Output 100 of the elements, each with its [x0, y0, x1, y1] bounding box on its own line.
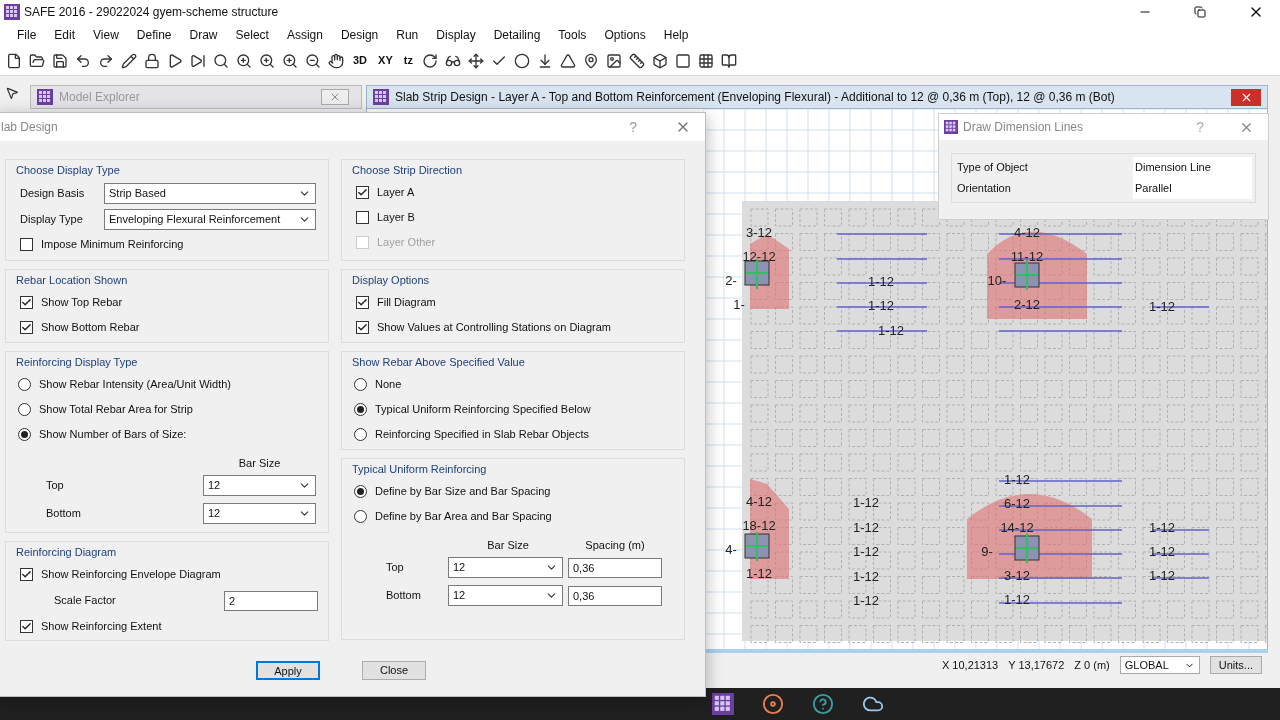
app-logo-icon [37, 89, 53, 105]
row-label: Bottom [46, 506, 82, 522]
menu-item[interactable]: Detailing [484, 26, 550, 44]
hand-icon[interactable] [328, 52, 344, 69]
circle-icon[interactable] [513, 52, 530, 69]
record-icon[interactable] [762, 693, 784, 715]
dropdown[interactable]: 12 [448, 557, 563, 578]
strip-label: 2- [725, 273, 737, 288]
close-icon [329, 91, 341, 103]
zoom-in-icon[interactable] [282, 52, 298, 69]
toolbar-button[interactable]: 3D [351, 52, 370, 69]
image-icon[interactable] [605, 52, 622, 69]
menu-item[interactable]: File [8, 26, 46, 44]
pin-icon[interactable] [582, 52, 599, 69]
close-button[interactable] [321, 89, 349, 105]
menu-item[interactable]: Edit [45, 26, 85, 44]
play-icon[interactable] [167, 52, 183, 69]
skip-forward-icon[interactable] [190, 52, 206, 69]
close-button[interactable] [1231, 88, 1261, 106]
radio-button[interactable] [354, 403, 367, 416]
input-field[interactable]: 2 [224, 590, 318, 611]
group-title: Typical Uniform Reinforcing [351, 462, 488, 477]
units-button[interactable]: Units... [1209, 656, 1262, 674]
strip-label: 1-12 [868, 298, 894, 313]
input-field[interactable]: 0,36 [568, 585, 662, 606]
group-title: Display Options [351, 273, 431, 288]
checkbox-label: Show Values at Controlling Stations on Diagram [377, 320, 611, 336]
column-header: Spacing (m) [584, 538, 646, 553]
toolbar-button[interactable]: tz [401, 52, 415, 69]
app-logo-icon [944, 120, 958, 134]
grid-icon[interactable] [697, 52, 714, 69]
dialog-button[interactable]: Close [362, 661, 426, 680]
zoom-in-icon[interactable] [259, 52, 275, 69]
strip-label: 4- [725, 542, 737, 557]
dropdown[interactable]: 12 [203, 475, 316, 496]
menu-item[interactable]: Options [595, 26, 655, 44]
triangle-icon[interactable] [559, 52, 576, 69]
dropdown[interactable]: Enveloping Flexural Reinforcement [104, 208, 316, 230]
menu-item[interactable]: Select [226, 26, 278, 44]
menu-item[interactable]: Design [331, 26, 388, 44]
group-title: Show Rebar Above Specified Value [351, 355, 526, 370]
radio-button[interactable] [354, 428, 367, 441]
pencil-icon[interactable] [121, 52, 137, 69]
dropdown[interactable]: 12 [203, 503, 316, 524]
rotate-icon[interactable] [421, 52, 438, 69]
checkbox[interactable] [20, 620, 33, 633]
zoom-in-icon[interactable] [236, 52, 252, 69]
book-icon[interactable] [720, 52, 737, 69]
radio-button[interactable] [354, 485, 367, 498]
strip-label: 12-12 [742, 249, 776, 264]
property-value[interactable]: Dimension Line [1133, 157, 1252, 178]
dialog-button[interactable]: Apply [256, 661, 320, 680]
menu-item[interactable]: Help [654, 26, 698, 44]
column-header: Bar Size [237, 456, 282, 471]
restore-icon[interactable] [1194, 6, 1206, 18]
lock-icon[interactable] [144, 52, 160, 69]
pointer-icon[interactable] [5, 86, 19, 100]
checkbox[interactable] [20, 568, 33, 581]
radio-button[interactable] [18, 403, 31, 416]
box-icon[interactable] [651, 52, 668, 69]
search-icon[interactable] [213, 52, 229, 69]
radio-button[interactable] [354, 378, 367, 391]
help-icon[interactable] [812, 693, 834, 715]
property-value[interactable]: Parallel [1133, 178, 1252, 199]
checkbox[interactable] [356, 321, 369, 334]
new-file-icon[interactable] [6, 52, 22, 69]
radio-button[interactable] [354, 510, 367, 523]
menu-item[interactable]: View [84, 26, 128, 44]
strip-label: 1-12 [1004, 592, 1030, 607]
group-title: Reinforcing Display Type [15, 355, 139, 370]
input-field[interactable]: 0,36 [568, 557, 662, 578]
dropdown[interactable]: 12 [448, 585, 563, 606]
strip-label: 2-12 [1014, 297, 1040, 312]
radio-button[interactable] [18, 378, 31, 391]
menu-item[interactable]: Tools [549, 26, 596, 44]
radio-button[interactable] [18, 428, 31, 441]
ruler-icon[interactable] [628, 52, 645, 69]
property-name: Type of Object [956, 160, 1029, 176]
menu-item[interactable]: Assign [277, 26, 332, 44]
checkbox[interactable] [356, 211, 369, 224]
checkbox[interactable] [356, 296, 369, 309]
menu-item[interactable]: Display [427, 26, 485, 44]
move-icon[interactable] [467, 52, 484, 69]
menu-item[interactable]: Draw [180, 26, 227, 44]
checkbox[interactable] [20, 238, 33, 251]
checkbox[interactable] [20, 321, 33, 334]
menu-item[interactable]: Define [127, 26, 181, 44]
strip-label: 1- [733, 297, 745, 312]
dropdown[interactable]: Strip Based [104, 182, 316, 204]
menu-item[interactable]: Run [387, 26, 428, 44]
zoom-out-icon[interactable] [305, 52, 321, 69]
checkbox[interactable] [20, 296, 33, 309]
coordinate-system-dropdown[interactable]: GLOBAL [1119, 656, 1200, 674]
redo-icon[interactable] [98, 52, 114, 69]
checkbox[interactable] [356, 186, 369, 199]
open-folder-icon[interactable] [29, 52, 45, 69]
toolbar-button[interactable]: XY [376, 52, 395, 69]
save-icon[interactable] [52, 52, 68, 69]
square-icon[interactable] [674, 52, 691, 69]
undo-icon[interactable] [75, 52, 91, 69]
